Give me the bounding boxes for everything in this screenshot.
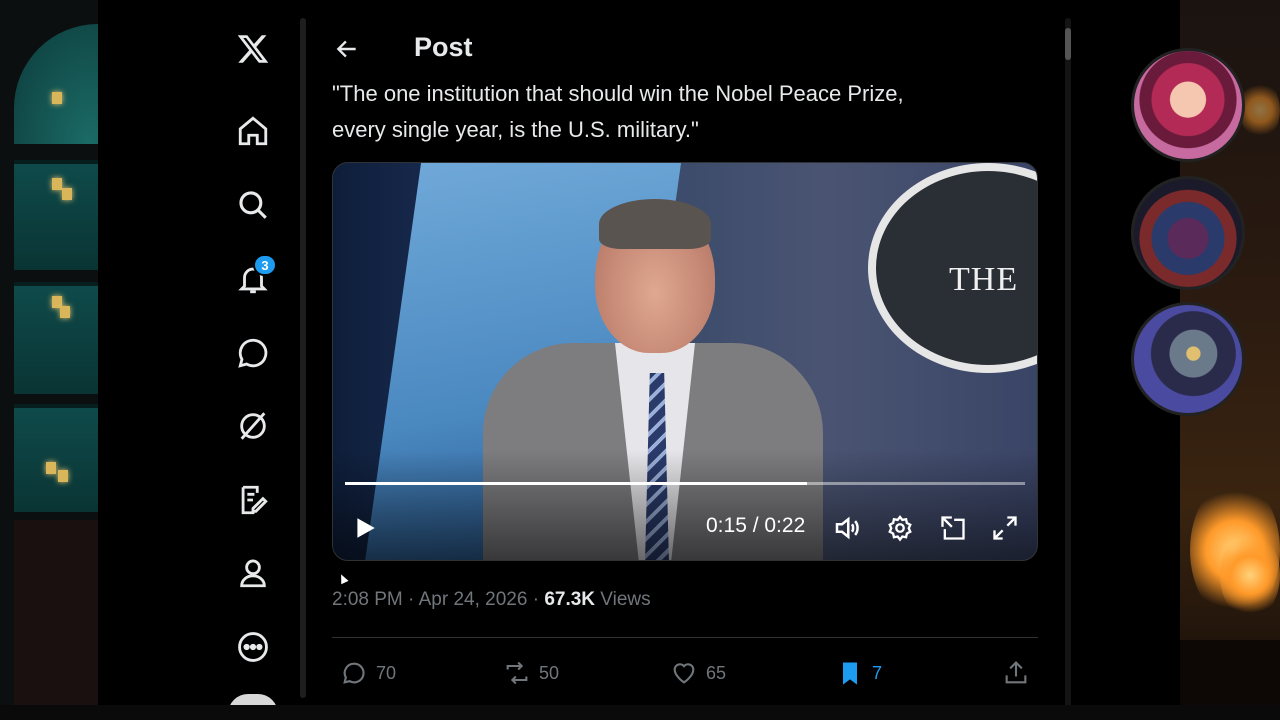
post-time: 2:08 PM	[332, 589, 403, 610]
post-text-line: "The one institution that should win the…	[332, 81, 904, 106]
volume-button[interactable]	[831, 512, 863, 544]
arrow-left-icon	[336, 40, 356, 58]
play-icon	[357, 518, 375, 538]
pip-icon	[941, 516, 965, 540]
settings-button[interactable]	[884, 512, 916, 544]
like-count: 65	[706, 662, 727, 683]
notification-badge: 3	[253, 254, 277, 276]
window-arch	[14, 24, 98, 144]
window-pane	[14, 404, 98, 512]
video-progress-fill	[345, 482, 808, 485]
volume-icon	[835, 516, 859, 540]
video-progress-bar[interactable]	[345, 482, 1025, 485]
reply-count: 70	[376, 662, 397, 683]
repost-icon	[506, 661, 528, 685]
compose-icon[interactable]	[234, 481, 272, 519]
bookmark-icon	[843, 662, 857, 685]
play-button[interactable]	[350, 512, 380, 544]
streamer-avatar	[1131, 176, 1245, 290]
streamer-avatar	[1131, 48, 1245, 162]
main-scrollbar-thumb[interactable]	[1065, 28, 1071, 60]
sidebar-nav	[98, 0, 308, 705]
reply-button[interactable]: 70	[340, 656, 396, 690]
post-text: "The one institution that should win the…	[332, 76, 1032, 148]
video-time: 0:15 / 0:22	[706, 514, 806, 537]
backdrop-text: THE	[949, 261, 1019, 298]
fullscreen-icon	[993, 516, 1017, 540]
streamer-avatar	[1131, 302, 1245, 416]
bookmark-button[interactable]: 7	[836, 656, 882, 690]
views-count: 67.3K	[544, 589, 596, 610]
profile-icon[interactable]	[234, 554, 272, 592]
bottom-edge	[0, 705, 1280, 720]
reply-icon	[343, 662, 365, 684]
fullscreen-button[interactable]	[989, 512, 1021, 544]
main-scrollbar[interactable]	[1065, 18, 1071, 708]
settings-icon	[888, 515, 912, 542]
share-button[interactable]	[1002, 656, 1030, 690]
post-text-line: every single year, is the U.S. military.…	[332, 117, 699, 142]
repost-count: 50	[539, 662, 560, 683]
more-icon[interactable]	[234, 628, 272, 666]
video-player[interactable]: THE	[332, 162, 1038, 561]
sidebar-scrollbar[interactable]	[300, 18, 306, 698]
background-art-left	[0, 0, 98, 720]
chat-bubble-icon[interactable]	[234, 334, 272, 372]
home-icon[interactable]	[234, 112, 272, 150]
wall-panel	[14, 520, 98, 720]
back-button[interactable]	[332, 34, 362, 64]
search-icon[interactable]	[234, 186, 272, 224]
picture-in-picture-button[interactable]	[937, 512, 969, 544]
divider	[332, 637, 1038, 638]
views-label: Views	[600, 589, 651, 610]
grok-icon[interactable]	[234, 407, 272, 445]
like-button[interactable]: 65	[670, 656, 726, 690]
page-title: Post	[414, 32, 473, 62]
heart-icon	[673, 663, 695, 684]
share-icon	[1005, 661, 1027, 684]
window-pane	[14, 160, 98, 270]
x-logo-icon[interactable]	[234, 30, 272, 68]
post-date[interactable]: Apr 24, 2026	[419, 589, 528, 610]
post-meta: 2:08 PM · Apr 24, 2026 · 67.3K Views	[332, 589, 651, 610]
repost-button[interactable]: 50	[503, 656, 559, 690]
bookmark-count: 7	[872, 662, 883, 683]
